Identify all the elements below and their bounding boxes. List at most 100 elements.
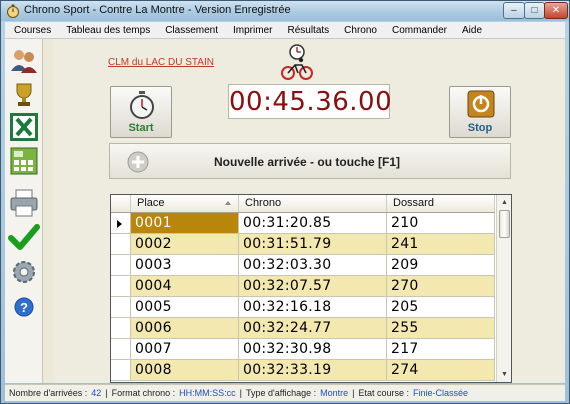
menu-imprimer[interactable]: Imprimer [224,25,278,36]
row-selector[interactable] [111,297,131,317]
row-selector-header [111,195,131,212]
grid-rows: 0001 00:31:20.85 210 0002 00:31:51.79 24… [111,213,495,381]
menu-chrono[interactable]: Chrono [335,25,383,36]
stopwatch-app-icon [7,4,19,18]
cell-chrono[interactable]: 00:32:33.19 [239,360,387,380]
menu-resultats[interactable]: Résultats [278,25,335,36]
cell-place[interactable]: 0004 [131,276,239,296]
power-stop-icon [467,90,495,118]
cell-place[interactable]: 0006 [131,318,239,338]
cell-chrono[interactable]: 00:32:30.98 [239,339,387,359]
table-row[interactable]: 0002 00:31:51.79 241 [111,234,495,255]
maximize-button[interactable]: □ [524,2,545,19]
status-arrivals-label: Nombre d'arrivées : [9,388,88,398]
column-header-chrono[interactable]: Chrono [239,195,387,212]
menu-aide[interactable]: Aide [453,25,488,36]
status-state-label: Etat course : [358,388,409,398]
cell-place[interactable]: 0001 [131,213,239,233]
cell-chrono[interactable]: 00:32:16.18 [239,297,387,317]
row-selector[interactable] [111,255,131,275]
start-button[interactable]: Start [110,86,172,138]
race-name-link[interactable]: CLM du LAC DU STAIN [108,57,214,68]
help-icon[interactable]: ? [8,291,40,323]
row-selector[interactable] [111,276,131,296]
stopwatch-icon [130,91,154,119]
scroll-down-arrow-icon[interactable]: ▼ [498,368,511,381]
cell-dossard[interactable]: 274 [387,360,495,380]
row-selector[interactable] [111,318,131,338]
svg-text:?: ? [20,300,28,315]
cell-chrono[interactable]: 00:31:51.79 [239,234,387,254]
row-selector[interactable] [111,360,131,380]
main-panel: CLM du LAC DU STAIN Start 00:45.36.00 St… [53,39,565,383]
table-row[interactable]: 0006 00:32:24.77 255 [111,318,495,339]
row-selector[interactable] [111,234,131,254]
close-button[interactable]: ✕ [544,2,568,19]
window-title: Chrono Sport - Contre La Montre - Versio… [24,4,291,16]
users-icon[interactable] [8,45,40,77]
cell-place[interactable]: 0003 [131,255,239,275]
status-display-label: Type d'affichage : [246,388,317,398]
title-bar[interactable]: Chrono Sport - Contre La Montre - Versio… [1,1,569,21]
race-timer-display: 00:45.36.00 [228,84,392,119]
status-state-value: Finie-Classée [413,388,469,398]
grid-vertical-scrollbar[interactable]: ▲ ▼ [496,195,511,382]
cell-dossard[interactable]: 205 [387,297,495,317]
cell-dossard[interactable]: 210 [387,213,495,233]
cell-chrono[interactable]: 00:32:03.30 [239,255,387,275]
cell-dossard[interactable]: 217 [387,339,495,359]
plus-circle-icon [127,151,149,173]
status-format-value: HH:MM:SS:cc [179,388,236,398]
scroll-up-arrow-icon[interactable]: ▲ [498,196,511,209]
sort-ascending-icon [225,201,231,205]
trophy-icon[interactable] [8,79,40,111]
app-window: Chrono Sport - Contre La Montre - Versio… [0,0,570,404]
menu-commander[interactable]: Commander [383,25,453,36]
row-selector[interactable] [111,339,131,359]
results-grid[interactable]: Place Chrono Dossard 0001 00:31:20.85 21… [110,194,512,383]
cell-chrono[interactable]: 00:32:07.57 [239,276,387,296]
calculator-icon[interactable] [8,145,40,177]
table-row[interactable]: 0001 00:31:20.85 210 [111,213,495,234]
menu-bar: Courses Tableau des temps Classement Imp… [5,22,565,39]
table-row[interactable]: 0003 00:32:03.30 209 [111,255,495,276]
table-row[interactable]: 0007 00:32:30.98 217 [111,339,495,360]
cell-place[interactable]: 0002 [131,234,239,254]
grid-header: Place Chrono Dossard [111,195,495,213]
cell-dossard[interactable]: 270 [387,276,495,296]
current-row-arrow-icon [117,220,122,228]
stop-button[interactable]: Stop [449,86,511,138]
status-arrivals-value: 42 [91,388,102,398]
table-row[interactable]: 0005 00:32:16.18 205 [111,297,495,318]
settings-gear-icon[interactable] [8,256,40,288]
cell-dossard[interactable]: 255 [387,318,495,338]
scroll-thumb[interactable] [499,210,510,238]
cell-place[interactable]: 0005 [131,297,239,317]
client-area: ? CLM du LAC DU STAIN Start 00:45.36.00 … [5,39,565,383]
column-header-dossard[interactable]: Dossard [387,195,495,212]
menu-courses[interactable]: Courses [5,25,57,36]
new-arrival-button[interactable]: Nouvelle arrivée - ou touche [F1] [109,143,511,179]
menu-classement[interactable]: Classement [156,25,224,36]
column-label-place: Place [137,197,165,209]
new-arrival-label: Nouvelle arrivée - ou touche [F1] [214,155,401,169]
cell-dossard[interactable]: 241 [387,234,495,254]
excel-icon[interactable] [8,111,40,143]
cell-dossard[interactable]: 209 [387,255,495,275]
cell-chrono[interactable]: 00:32:24.77 [239,318,387,338]
cell-place[interactable]: 0008 [131,360,239,380]
menu-tableau-des-temps[interactable]: Tableau des temps [57,25,156,36]
cell-chrono[interactable]: 00:31:20.85 [239,213,387,233]
checkmark-icon[interactable] [8,221,40,253]
left-toolbar: ? [5,39,43,383]
column-header-place[interactable]: Place [131,195,239,212]
stop-label: Stop [467,122,493,134]
printer-icon[interactable] [8,187,40,219]
row-selector[interactable] [111,213,131,233]
cyclist-stopwatch-icon [281,44,313,80]
table-row[interactable]: 0004 00:32:07.57 270 [111,276,495,297]
cell-place[interactable]: 0007 [131,339,239,359]
minimize-button[interactable]: – [503,2,525,19]
status-bar: Nombre d'arrivées : 42 | Format chrono :… [5,384,565,401]
table-row[interactable]: 0008 00:32:33.19 274 [111,360,495,381]
